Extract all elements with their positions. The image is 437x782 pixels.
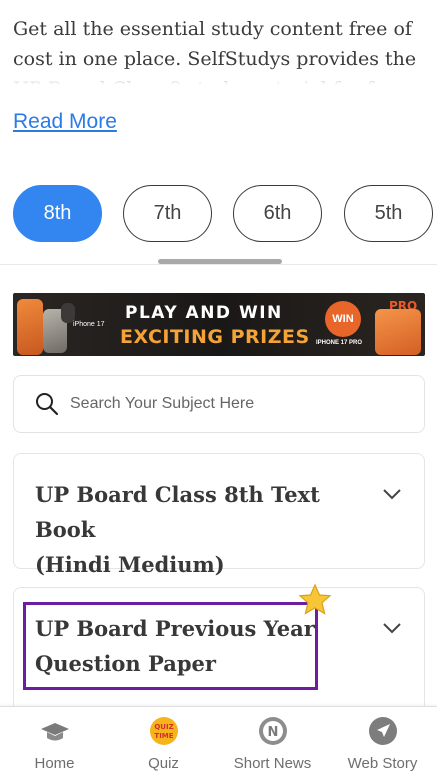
phone-image <box>375 309 421 355</box>
win-caption: IPHONE 17 PRO <box>316 340 363 346</box>
nav-short-news-label: Short News <box>233 755 312 772</box>
accordion-title: UP Board Class 8th Text Book (Hindi Medi… <box>35 477 365 582</box>
accordion-title-line-1: UP Board Class 8th Text Book <box>35 482 320 542</box>
phone-image <box>61 303 75 323</box>
nav-quiz-label: Quiz <box>148 755 179 772</box>
class-tab-8th[interactable]: 8th <box>13 185 102 242</box>
svg-text:TIME: TIME <box>154 732 173 740</box>
class-tab-7th[interactable]: 7th <box>123 185 212 242</box>
win-badge: WIN <box>325 301 361 337</box>
accordion-text-book[interactable]: UP Board Class 8th Text Book (Hindi Medi… <box>13 453 425 577</box>
intro-line-3: UP Board Class 8 study material for free <box>13 74 425 88</box>
bottom-nav: Home QUIZ TIME Quiz N Short News Web Sto… <box>0 706 437 782</box>
nav-quiz[interactable]: QUIZ TIME Quiz <box>109 707 218 782</box>
intro-paragraph: Get all the essential study content free… <box>13 14 425 88</box>
banner-title: PLAY AND WIN <box>125 303 283 323</box>
class-tabs: 8th 7th 6th 5th <box>13 185 437 242</box>
subject-search-box[interactable] <box>13 375 425 433</box>
accordion-title-line-2: (Hindi Medium) <box>35 552 225 577</box>
svg-text:N: N <box>267 725 278 740</box>
search-input[interactable] <box>70 395 400 413</box>
horizontal-scrollbar[interactable] <box>158 259 282 264</box>
web-story-icon <box>368 717 397 745</box>
intro-line-2: cost in one place. SelfStudys provides t… <box>13 48 417 70</box>
svg-text:QUIZ: QUIZ <box>154 723 173 731</box>
nav-home-label: Home <box>34 755 75 772</box>
read-more-link[interactable]: Read More <box>13 110 117 134</box>
star-icon <box>298 583 332 615</box>
highlight-frame <box>23 602 318 690</box>
search-icon <box>34 391 60 417</box>
banner-phone-label: iPhone 17 <box>73 321 105 328</box>
graduation-cap-icon <box>40 723 69 741</box>
nav-home[interactable]: Home <box>0 707 109 782</box>
promo-banner[interactable]: iPhone 17 PLAY AND WIN EXCITING PRIZES W… <box>13 293 425 356</box>
intro-line-1: Get all the essential study content free… <box>13 18 412 40</box>
banner-subtitle: EXCITING PRIZES <box>120 326 310 348</box>
chevron-down-icon[interactable] <box>382 622 402 634</box>
class-tab-5th[interactable]: 5th <box>344 185 433 242</box>
news-icon: N <box>258 717 287 745</box>
quiz-time-icon: QUIZ TIME <box>149 717 178 745</box>
nav-short-news[interactable]: N Short News <box>218 707 327 782</box>
class-tab-6th[interactable]: 6th <box>233 185 322 242</box>
nav-web-story[interactable]: Web Story <box>328 707 437 782</box>
chevron-down-icon[interactable] <box>382 488 402 500</box>
section-divider <box>0 264 437 265</box>
phone-image <box>17 299 43 355</box>
nav-web-story-label: Web Story <box>347 755 418 772</box>
